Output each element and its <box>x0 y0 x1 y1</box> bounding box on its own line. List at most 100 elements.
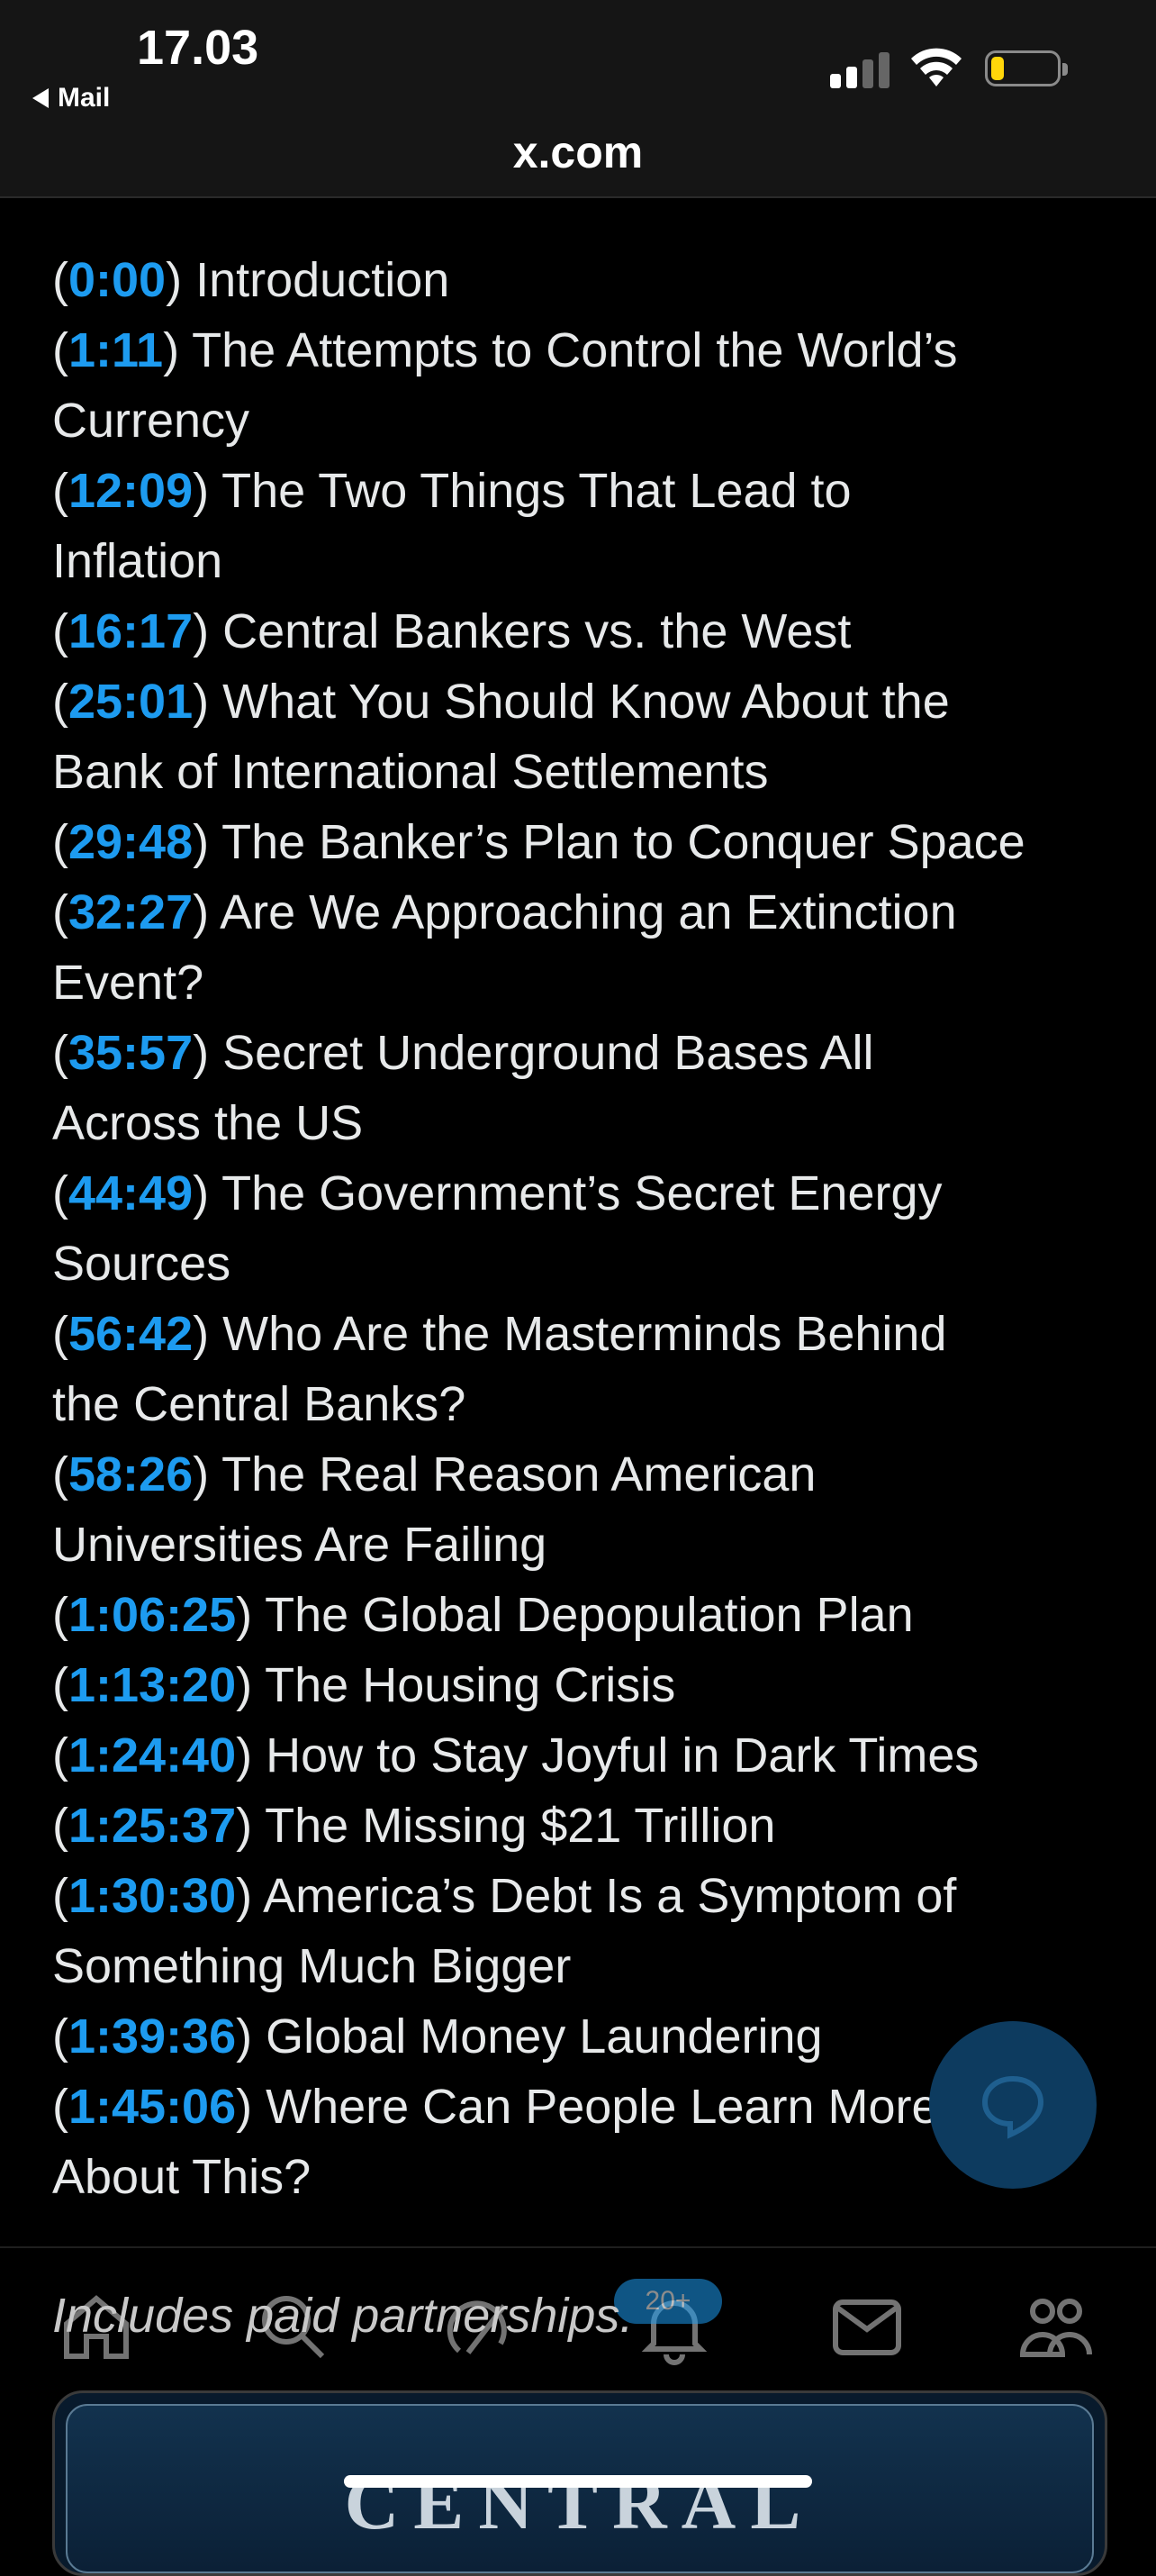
paren-close: ) <box>193 604 223 658</box>
timestamp-title: What You Should Know About the <box>222 675 950 729</box>
paren-open: ( <box>52 675 68 729</box>
timestamp-line: Currency <box>52 385 1115 456</box>
timestamp-link[interactable]: 1:24:40 <box>68 1728 236 1782</box>
reply-bubble-icon <box>981 2075 1044 2139</box>
card-headline: CENTRAL <box>344 2462 816 2545</box>
timestamp-line: (35:57) Secret Underground Bases All <box>52 1018 1115 1088</box>
timestamp-title: the Central Banks? <box>52 1377 466 1431</box>
timestamp-title: Sources <box>52 1237 231 1291</box>
paren-close: ) <box>236 2009 266 2064</box>
timestamp-line: Event? <box>52 948 1115 1018</box>
timestamp-link[interactable]: 1:45:06 <box>68 2080 236 2134</box>
timestamp-line: Inflation <box>52 526 1115 596</box>
paren-open: ( <box>52 1026 68 1080</box>
timestamp-title: America’s Debt Is a Symptom of <box>263 1869 957 1923</box>
timestamp-line: (16:17) Central Bankers vs. the West <box>52 596 1115 667</box>
wifi-icon <box>911 48 962 86</box>
timestamp-line: (58:26) The Real Reason American <box>52 1439 1115 1510</box>
paren-close: ) <box>236 1728 266 1782</box>
timestamp-link[interactable]: 44:49 <box>68 1166 193 1220</box>
timestamp-link[interactable]: 1:25:37 <box>68 1799 236 1853</box>
timestamp-line: Universities Are Failing <box>52 1510 1115 1580</box>
timestamp-line: (12:09) The Two Things That Lead to <box>52 456 1115 526</box>
paren-close: ) <box>193 1026 223 1080</box>
timestamp-line: Sources <box>52 1229 1115 1299</box>
paren-open: ( <box>52 464 68 518</box>
timestamp-title: Global Money Laundering <box>266 2009 823 2064</box>
timestamp-line: Something Much Bigger <box>52 1931 1115 2001</box>
timestamp-line: (29:48) The Banker’s Plan to Conquer Spa… <box>52 807 1115 877</box>
timestamp-link[interactable]: 56:42 <box>68 1307 193 1361</box>
status-and-url-bar: 17.03 Mail x.com <box>0 0 1156 198</box>
timestamp-line: (1:24:40) How to Stay Joyful in Dark Tim… <box>52 1720 1115 1791</box>
paren-close: ) <box>236 1799 266 1853</box>
status-time: 17.03 <box>137 21 259 75</box>
cellular-signal-icon <box>830 52 893 88</box>
timestamp-link[interactable]: 0:00 <box>68 253 166 307</box>
paren-close: ) <box>193 1166 222 1220</box>
paren-close: ) <box>166 253 196 307</box>
paren-close: ) <box>193 815 222 869</box>
paren-open: ( <box>52 323 68 377</box>
timestamp-list: (0:00) Introduction (1:11) The Attempts t… <box>52 245 1115 2212</box>
home-indicator[interactable] <box>344 2475 812 2488</box>
timestamp-title: The Global Depopulation Plan <box>265 1588 914 1642</box>
timestamp-link[interactable]: 32:27 <box>68 885 193 939</box>
timestamp-line: (25:01) What You Should Know About the <box>52 667 1115 737</box>
paren-close: ) <box>163 323 193 377</box>
timestamp-line: (1:06:25) The Global Depopulation Plan <box>52 1580 1115 1650</box>
messages-icon[interactable] <box>828 2288 906 2365</box>
timestamp-title: Who Are the Masterminds Behind <box>222 1307 947 1361</box>
url-bar[interactable]: x.com <box>0 126 1156 178</box>
communities-icon[interactable] <box>1017 2288 1095 2365</box>
timestamp-title: How to Stay Joyful in Dark Times <box>266 1728 980 1782</box>
paren-open: ( <box>52 253 68 307</box>
timestamp-link[interactable]: 1:11 <box>68 323 163 377</box>
timestamp-title: The Missing $21 Trillion <box>265 1799 776 1853</box>
reply-fab-button[interactable] <box>929 2021 1097 2189</box>
battery-icon <box>985 50 1068 86</box>
timestamp-title: Introduction <box>195 253 450 307</box>
timestamp-line: the Central Banks? <box>52 1369 1115 1439</box>
timestamp-line: Bank of International Settlements <box>52 737 1115 807</box>
timestamp-line: (56:42) Who Are the Masterminds Behind <box>52 1299 1115 1369</box>
paren-close: ) <box>193 675 223 729</box>
back-to-mail-button[interactable]: Mail <box>32 83 110 113</box>
paren-close: ) <box>193 1307 223 1361</box>
timestamp-link[interactable]: 58:26 <box>68 1447 193 1501</box>
timestamp-link[interactable]: 16:17 <box>68 604 193 658</box>
paren-close: ) <box>236 1658 266 1712</box>
timestamp-link[interactable]: 25:01 <box>68 675 193 729</box>
timestamp-link[interactable]: 29:48 <box>68 815 193 869</box>
paren-open: ( <box>52 1447 68 1501</box>
timestamp-title: The Banker’s Plan to Conquer Space <box>221 815 1025 869</box>
timestamp-link[interactable]: 1:13:20 <box>68 1658 236 1712</box>
paren-open: ( <box>52 1799 68 1853</box>
divider <box>0 2246 1156 2248</box>
timestamp-title: Currency <box>52 394 250 448</box>
timestamp-link[interactable]: 35:57 <box>68 1026 193 1080</box>
timestamp-title: Bank of International Settlements <box>52 745 769 799</box>
timestamp-link[interactable]: 1:06:25 <box>68 1588 236 1642</box>
timestamp-title: The Housing Crisis <box>265 1658 676 1712</box>
timestamp-title: Something Much Bigger <box>52 1939 572 1993</box>
timestamp-link[interactable]: 1:30:30 <box>68 1869 236 1923</box>
paren-open: ( <box>52 2080 68 2134</box>
timestamp-line: (1:13:20) The Housing Crisis <box>52 1650 1115 1720</box>
video-thumbnail: CENTRAL <box>66 2404 1094 2573</box>
timestamp-link[interactable]: 1:39:36 <box>68 2009 236 2064</box>
paren-open: ( <box>52 1658 68 1712</box>
paren-open: ( <box>52 1166 68 1220</box>
paren-open: ( <box>52 815 68 869</box>
timestamp-link[interactable]: 12:09 <box>68 464 193 518</box>
timestamp-title: The Real Reason American <box>221 1447 817 1501</box>
paren-close: ) <box>193 1447 222 1501</box>
timestamp-title: Secret Underground Bases All <box>222 1026 874 1080</box>
timestamp-title: About This? <box>52 2150 312 2204</box>
timestamp-line: (0:00) Introduction <box>52 245 1115 315</box>
paren-close: ) <box>236 1588 266 1642</box>
timestamp-line: (32:27) Are We Approaching an Extinction <box>52 877 1115 948</box>
timestamp-line: (1:25:37) The Missing $21 Trillion <box>52 1791 1115 1861</box>
back-arrow-icon <box>32 88 49 108</box>
timestamp-title: Event? <box>52 956 204 1010</box>
